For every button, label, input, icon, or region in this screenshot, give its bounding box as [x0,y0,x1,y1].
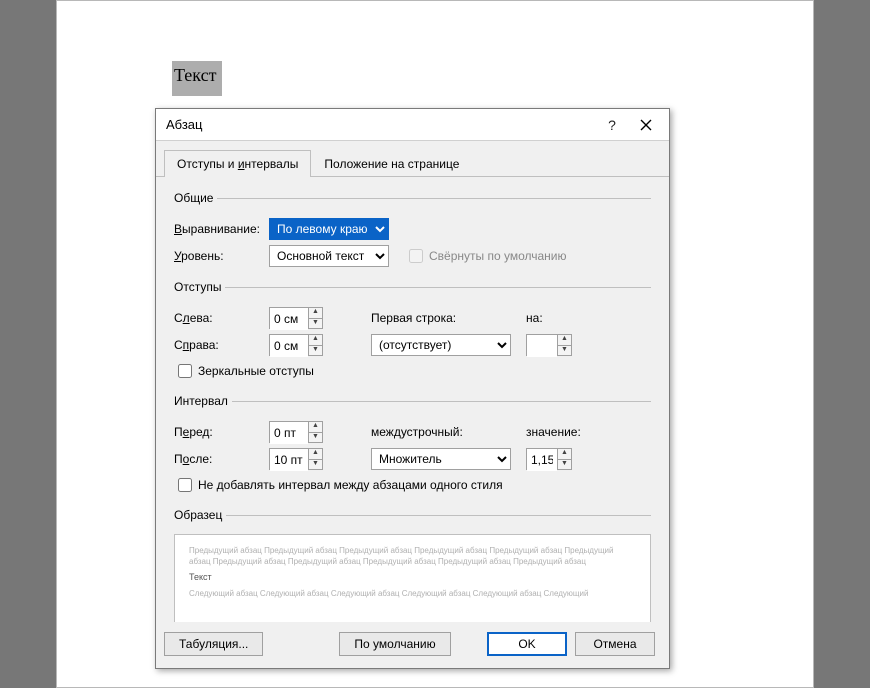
at-spinner[interactable]: ▲▼ [526,448,572,470]
dialog-footer: Табуляция... По умолчанию OK Отмена [156,622,669,668]
by-input[interactable] [527,335,557,357]
tab-indents-spacing[interactable]: Отступы и интервалы [164,150,311,177]
preview-next-text: Следующий абзац Следующий абзац Следующи… [189,588,636,599]
close-icon [640,119,652,131]
spin-down-icon[interactable]: ▼ [558,460,571,470]
first-line-label: Первая строка: [371,311,526,325]
before-label: Перед: [174,425,269,439]
before-input[interactable] [270,422,308,444]
before-spinner[interactable]: ▲▼ [269,421,323,443]
tab-label: Положение на странице [324,157,459,171]
spin-up-icon[interactable]: ▲ [309,449,322,460]
indent-left-input[interactable] [270,308,308,330]
preview-prev-text: Предыдущий абзац Предыдущий абзац Предыд… [189,545,636,567]
group-general: Общие Выравнивание: По левому краю Урове… [174,191,651,272]
spin-up-icon[interactable]: ▲ [309,422,322,433]
alignment-label: Выравнивание: [174,222,269,236]
set-default-button[interactable]: По умолчанию [339,632,450,656]
spin-down-icon[interactable]: ▼ [309,346,322,356]
after-label: После: [174,452,269,466]
group-legend: Образец [174,508,226,522]
group-indentation: Отступы Слева: ▲▼ Первая строка: на: Спр… [174,280,651,386]
no-space-label: Не добавлять интервал между абзацами одн… [198,478,503,492]
indent-right-input[interactable] [270,335,308,357]
at-input[interactable] [527,449,557,471]
group-legend: Отступы [174,280,225,294]
preview-box: Предыдущий абзац Предыдущий абзац Предыд… [174,534,651,622]
spin-up-icon[interactable]: ▲ [309,335,322,346]
special-indent-select[interactable]: (отсутствует) [371,334,511,356]
tab-strip: Отступы и интервалы Положение на страниц… [156,141,669,177]
help-button[interactable]: ? [595,112,629,138]
titlebar: Абзац ? [156,109,669,141]
spin-down-icon[interactable]: ▼ [309,433,322,443]
spin-down-icon[interactable]: ▼ [558,346,571,356]
spin-up-icon[interactable]: ▲ [558,449,571,460]
group-spacing: Интервал Перед: ▲▼ междустрочный: значен… [174,394,651,500]
indent-left-label: Слева: [174,311,269,325]
level-select[interactable]: Основной текст [269,245,389,267]
by-label: на: [526,311,543,325]
dialog-title: Абзац [166,117,595,132]
level-label: Уровень: [174,249,269,263]
paragraph-dialog: Абзац ? Отступы и интервалы Положение на… [155,108,670,669]
indent-left-spinner[interactable]: ▲▼ [269,307,323,329]
mirror-indents-checkbox[interactable] [178,364,192,378]
tab-page-position[interactable]: Положение на странице [311,150,472,177]
no-space-checkbox[interactable] [178,478,192,492]
spin-down-icon[interactable]: ▼ [309,460,322,470]
tab-label: Отступы и интервалы [177,157,298,171]
cancel-button[interactable]: Отмена [575,632,655,656]
line-spacing-label: междустрочный: [371,425,526,439]
after-spinner[interactable]: ▲▼ [269,448,323,470]
indent-right-label: Справа: [174,338,269,352]
alignment-select[interactable]: По левому краю [269,218,389,240]
ok-button[interactable]: OK [487,632,567,656]
indent-right-spinner[interactable]: ▲▼ [269,334,323,356]
spin-down-icon[interactable]: ▼ [309,319,322,329]
collapsed-label: Свёрнуты по умолчанию [429,249,567,263]
close-button[interactable] [629,112,663,138]
group-preview: Образец Предыдущий абзац Предыдущий абза… [174,508,651,622]
group-legend: Общие [174,191,217,205]
after-input[interactable] [270,449,308,471]
spin-up-icon[interactable]: ▲ [309,308,322,319]
tabs-button[interactable]: Табуляция... [164,632,263,656]
preview-sample-text: Текст [189,571,636,584]
dialog-content: Общие Выравнивание: По левому краю Урове… [156,177,669,622]
by-spinner[interactable]: ▲▼ [526,334,572,356]
at-label: значение: [526,425,581,439]
spin-up-icon[interactable]: ▲ [558,335,571,346]
group-legend: Интервал [174,394,232,408]
mirror-indents-label: Зеркальные отступы [198,364,314,378]
collapsed-checkbox [409,249,423,263]
line-spacing-select[interactable]: Множитель [371,448,511,470]
selected-text[interactable]: Текст [172,61,222,96]
